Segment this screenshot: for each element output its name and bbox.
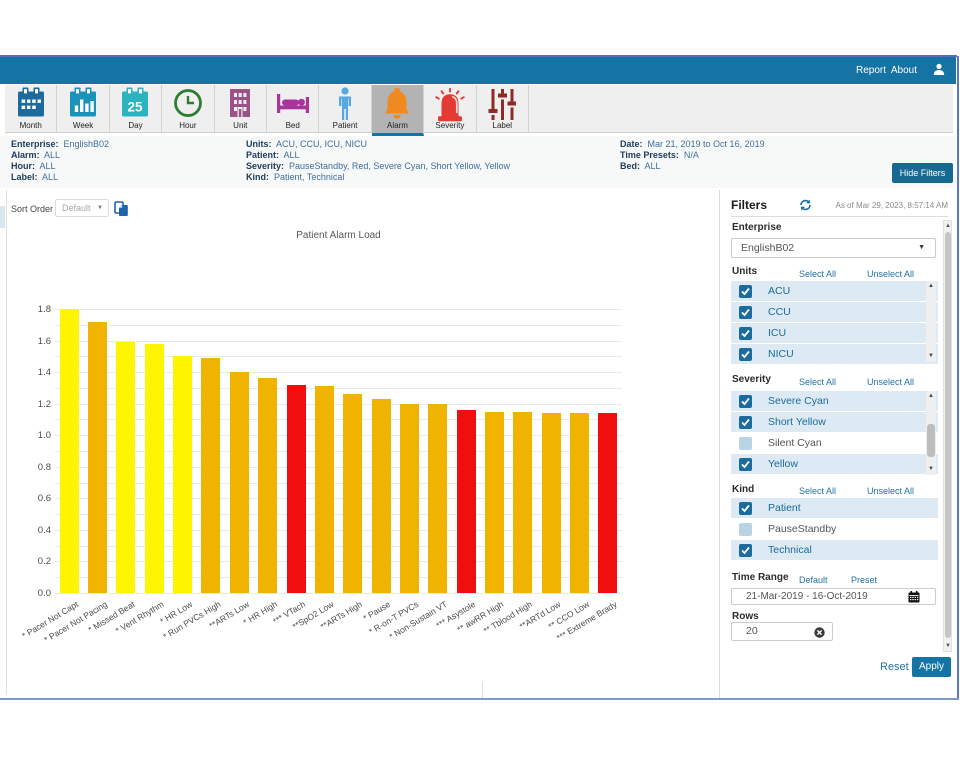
svg-text:25: 25 (128, 100, 144, 115)
